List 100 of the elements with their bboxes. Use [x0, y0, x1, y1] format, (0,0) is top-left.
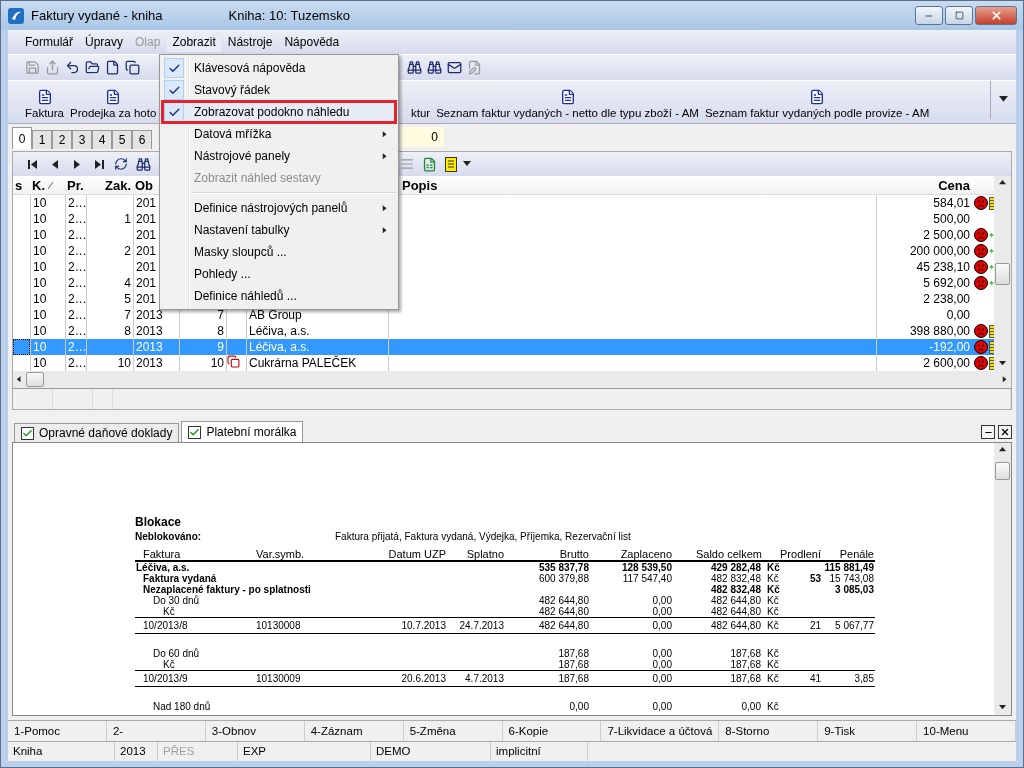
report-cell-text: 187,68 — [729, 648, 762, 659]
menu-item[interactable]: Nástroje — [222, 32, 278, 52]
scroll-thumb[interactable] — [995, 262, 1010, 285]
report-cell-text: 187,68 — [557, 673, 590, 684]
report-button[interactable]: Seznam faktur vydaných - netto dle typu zboží - AM — [433, 89, 702, 119]
report-document-icon — [105, 89, 122, 105]
report-column-header: Zaplaceno — [619, 548, 673, 560]
vertical-scrollbar[interactable] — [994, 176, 1011, 371]
report-button[interactable]: ktur — [408, 107, 434, 119]
report-cell-text: 187,68 — [557, 659, 590, 670]
report-cell-text: 0,00 — [740, 701, 762, 712]
report-button[interactable]: Prodejka za hoto — [67, 89, 160, 119]
tab[interactable]: Platební morálka — [181, 421, 304, 442]
report-cell-text: Kč — [766, 573, 780, 584]
report-cell-text: Nezaplacené faktury - po splatnosti — [142, 584, 312, 595]
scroll-up-icon — [999, 179, 1006, 187]
column-header[interactable]: Pr. — [67, 177, 84, 193]
report-column-header: Splatno — [465, 548, 505, 560]
tab[interactable]: 4 — [92, 130, 112, 149]
report-cell-text: 3,85 — [853, 673, 875, 684]
minimize-button[interactable] — [981, 425, 995, 439]
scroll-up-icon — [999, 446, 1006, 454]
report-column-header: Saldo celkem — [694, 548, 762, 560]
report-cell-text: Kč — [162, 606, 176, 617]
maximize-icon — [954, 11, 964, 20]
tab[interactable]: 5 — [112, 130, 132, 149]
report-cell-text: 482 644,80 — [709, 606, 762, 617]
column-header[interactable]: K. — [32, 177, 45, 193]
tab[interactable]: 1 — [32, 130, 52, 149]
menu-item[interactable]: Zobrazovat podokno náhledu — [162, 101, 396, 123]
scroll-down-icon — [999, 360, 1006, 368]
close-icon — [989, 9, 1003, 22]
report-cell-text: 20.6.2013 — [400, 673, 447, 684]
tab[interactable]: 0 — [12, 127, 32, 149]
app-logo-icon — [7, 6, 25, 25]
window-subtitle: Kniha: 10: Tuzemsko — [228, 8, 350, 23]
report-cell-text: Nad 180 dnů — [152, 701, 212, 712]
report-cell-text: 0,00 — [651, 606, 673, 617]
report-column-header: Brutto — [558, 548, 590, 560]
report-cell-text: 600 379,88 — [537, 573, 590, 584]
report-cell-text: 128 539,50 — [620, 562, 673, 573]
column-header[interactable]: Zak. — [105, 177, 131, 193]
report-cell-text: Do 60 dnů — [152, 648, 201, 659]
column-header[interactable]: Ob — [135, 177, 154, 193]
close-icon — [1000, 427, 1010, 437]
menu-item[interactable]: Formulář — [20, 32, 78, 52]
report-cell-text: 0,00 — [651, 620, 673, 631]
report-column-header: Prodlení — [779, 548, 822, 560]
tab[interactable]: 3 — [72, 130, 92, 149]
report-cell-text: 10.7.2013 — [400, 620, 447, 631]
report-cell-text: 482 644,80 — [709, 620, 762, 631]
submenu-arrow-icon — [382, 152, 388, 160]
menu-item[interactable]: Nápověda — [279, 32, 345, 52]
report-cell-text: 187,68 — [729, 659, 762, 670]
report-cell-text: 535 837,78 — [537, 562, 590, 573]
maximize-button[interactable] — [945, 6, 973, 25]
report-cell-text: 24.7.2013 — [458, 620, 505, 631]
report-button[interactable]: Seznam faktur vydaných podle provize - AM — [701, 89, 933, 119]
vertical-scrollbar[interactable] — [994, 443, 1011, 715]
horizontal-scrollbar[interactable] — [13, 371, 1011, 388]
report-column-header: Datum UZP — [387, 548, 447, 560]
report-cell-text: 0,00 — [568, 701, 590, 712]
column-header[interactable]: s — [15, 177, 23, 193]
report-cell-text: 10/2013/8 — [142, 620, 189, 631]
menu-item[interactable]: Úpravy — [80, 32, 129, 52]
menu-item[interactable]: Klávesová nápověda — [162, 57, 396, 79]
report-document-icon — [559, 89, 576, 105]
checkbox[interactable] — [21, 426, 34, 440]
tab[interactable]: 2 — [52, 130, 72, 149]
scroll-thumb[interactable] — [995, 462, 1010, 480]
menu-item[interactable]: Nástrojové panely — [162, 145, 396, 167]
menu-item[interactable]: Datová mřížka — [162, 123, 396, 145]
scroll-thumb[interactable] — [26, 372, 44, 387]
report-document-icon — [36, 89, 53, 105]
report-cell-text: 4.7.2013 — [464, 673, 505, 684]
report-cell-text: 41 — [808, 673, 822, 684]
sad-face-icon — [974, 228, 988, 242]
window-title: Faktury vydané - kniha — [31, 8, 163, 23]
report-cell-text: 3 085,03 — [834, 584, 875, 595]
report-cell-text: 0,00 — [651, 673, 673, 684]
column-header[interactable]: Cena — [938, 177, 970, 193]
close-button[interactable] — [998, 425, 1012, 439]
menu-item[interactable]: Stavový řádek — [162, 79, 396, 101]
report-button[interactable]: Faktura — [22, 89, 67, 119]
submenu-arrow-icon — [382, 130, 388, 138]
scroll-left-icon — [16, 376, 22, 383]
tab[interactable]: 6 — [132, 130, 152, 149]
status-item: DEMO — [371, 742, 491, 761]
checkbox[interactable] — [188, 425, 202, 439]
sad-face-icon — [974, 324, 988, 338]
report-cell-text: Kč — [766, 562, 781, 573]
report-cell-text: 10130009 — [255, 673, 302, 684]
report-cell-text: 187,68 — [557, 648, 590, 659]
report-cell-text: 482 644,80 — [537, 595, 590, 606]
report-cell-text: 5 067,77 — [834, 620, 875, 631]
column-header[interactable]: Popis — [402, 177, 438, 193]
tab-label: Opravné daňové doklady — [39, 426, 173, 440]
menu-item[interactable]: Zobrazit — [167, 32, 221, 52]
report-cell-text: Kč — [766, 584, 781, 595]
tab[interactable]: Opravné daňové doklady — [14, 423, 180, 442]
